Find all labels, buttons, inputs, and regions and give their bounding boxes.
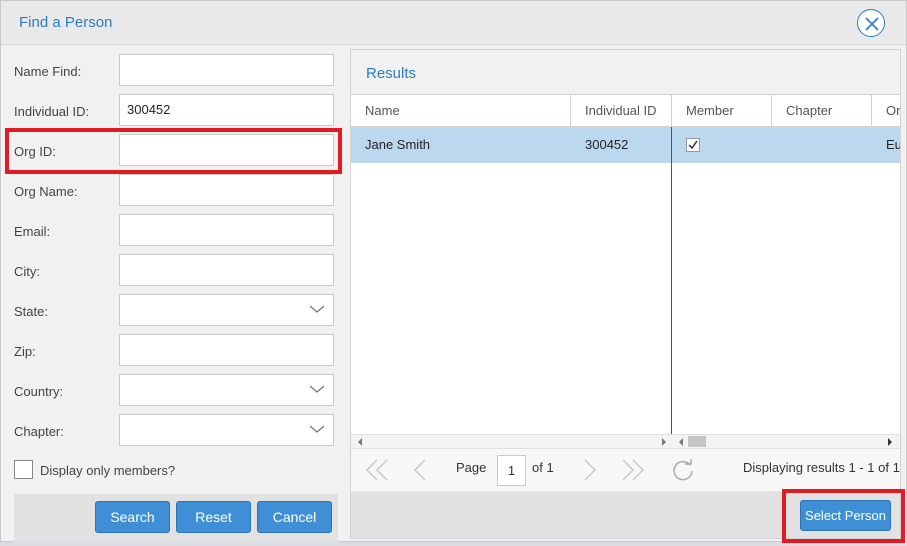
grid-header: Name Individual ID Member Chapter Or [351,95,900,127]
page-count: of 1 [532,460,554,475]
field-row-city: City: [1,254,346,288]
column-header-member[interactable]: Member [672,95,772,127]
paging-status: Displaying results 1 - 1 of 1 [743,460,900,475]
search-form: Name Find: Individual ID: 300452 Org ID:… [1,46,346,543]
state-select[interactable] [119,294,334,326]
org-name-label: Org Name: [14,184,78,199]
field-row-zip: Zip: [1,334,346,368]
scrollbar-thumb[interactable] [688,436,706,447]
column-header-org[interactable]: Or [872,95,900,127]
field-row-state: State: [1,294,346,328]
individual-id-input[interactable]: 300452 [119,94,334,126]
scroll-right-icon[interactable] [661,438,667,446]
locked-column-divider [671,127,672,434]
chevron-down-icon [309,425,325,433]
individual-id-label: Individual ID: [14,104,90,119]
scroll-right-icon[interactable] [887,438,893,446]
row-org-cell: Eu [886,137,900,152]
reset-button[interactable]: Reset [176,501,251,533]
chapter-label: Chapter: [14,424,64,439]
scroll-left-icon[interactable] [357,438,363,446]
field-row-email: Email: [1,214,346,248]
checkmark-icon [686,138,700,152]
org-name-input[interactable] [119,174,334,206]
results-panel: Results Name Individual ID Member Chapte… [350,49,901,539]
select-person-highlight [782,489,905,543]
row-chapter-cell [772,127,872,163]
results-header: Results [351,50,900,95]
search-button[interactable]: Search [95,501,170,533]
column-header-individual-id[interactable]: Individual ID [571,95,672,127]
field-row-name-find: Name Find: [1,54,346,88]
members-only-label: Display only members? [40,463,176,478]
city-label: City: [14,264,40,279]
chevron-down-icon [309,385,325,393]
members-only-checkbox[interactable] [14,460,33,479]
row-name-cell: Jane Smith [365,137,431,152]
field-row-individual-id: Individual ID: 300452 [1,94,346,128]
row-individual-id-cell: 300452 [585,137,629,152]
dialog-title: Find a Person [19,14,113,31]
table-row[interactable]: Jane Smith 300452 Eu [351,127,900,163]
city-input[interactable] [119,254,334,286]
next-page-icon[interactable] [583,458,599,482]
last-page-icon[interactable] [621,458,645,482]
field-row-chapter: Chapter: [1,414,346,448]
zip-input[interactable] [119,334,334,366]
row-member-cell [672,127,772,163]
previous-page-icon[interactable] [411,458,427,482]
field-row-country: Country: [1,374,346,408]
name-find-label: Name Find: [14,64,82,79]
scroll-left-icon[interactable] [678,438,684,446]
name-find-input[interactable] [119,54,334,86]
first-page-icon[interactable] [365,458,389,482]
find-person-dialog: Find a Person Name Find: Individual ID: … [0,0,907,543]
column-header-name[interactable]: Name [351,95,571,127]
individual-id-highlight [5,128,342,174]
close-icon [865,17,879,31]
chapter-select[interactable] [119,414,334,446]
chevron-down-icon [309,305,325,313]
page-label: Page [456,460,487,475]
horizontal-scrollbar[interactable] [351,434,900,448]
cancel-button[interactable]: Cancel [257,501,332,533]
page-number-input[interactable]: 1 [497,455,526,486]
country-select[interactable] [119,374,334,406]
pager: Page 1 of 1 Displaying results 1 - 1 of … [351,448,900,490]
refresh-icon[interactable] [671,458,695,482]
zip-label: Zip: [14,344,36,359]
results-title: Results [366,65,417,82]
column-header-chapter[interactable]: Chapter [772,95,872,127]
field-row-org-name: Org Name: [1,174,346,208]
close-button[interactable] [857,9,885,37]
email-label: Email: [14,224,51,239]
email-input[interactable] [119,214,334,246]
country-label: Country: [14,384,64,399]
dialog-titlebar: Find a Person [1,1,906,45]
results-grid: Name Individual ID Member Chapter Or Jan… [351,95,900,434]
state-label: State: [14,304,48,319]
form-button-bar: Search Reset Cancel [14,494,338,542]
